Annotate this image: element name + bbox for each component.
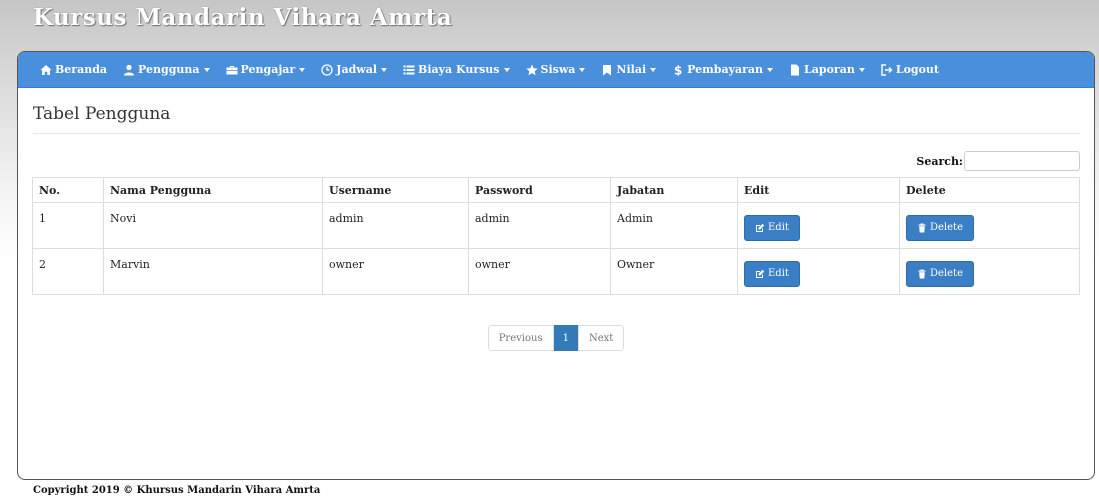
nav-label: Pembayaran: [687, 63, 764, 76]
main-panel: Beranda Pengguna Pengajar Jadwal Biaya K…: [17, 51, 1095, 480]
file-icon: [791, 64, 800, 75]
col-header-edit[interactable]: Edit: [737, 177, 900, 203]
pagination-previous[interactable]: Previous: [487, 325, 554, 351]
user-icon: [124, 64, 135, 75]
table-row: 2 Marvin owner owner Owner Edit Delete: [32, 248, 1080, 295]
navbar: Beranda Pengguna Pengajar Jadwal Biaya K…: [18, 52, 1094, 88]
content-area: Tabel Pengguna Search: No. Nama Pengguna…: [18, 104, 1094, 351]
caret-down-icon: [858, 67, 865, 72]
col-header-jabatan[interactable]: Jabatan: [610, 177, 738, 203]
edit-icon: [756, 269, 765, 278]
nav-item-biaya-kursus[interactable]: Biaya Kursus: [403, 63, 510, 76]
logout-icon: [881, 63, 893, 76]
cell-jabatan: Owner: [610, 248, 738, 295]
cell-no: 2: [32, 248, 104, 295]
cell-password: admin: [468, 202, 611, 249]
cell-nama: Novi: [103, 202, 323, 249]
clock-icon: [321, 63, 333, 76]
search-row: Search:: [32, 150, 1080, 172]
nav-item-pengajar[interactable]: Pengajar: [226, 63, 306, 76]
edit-button-label: Edit: [768, 222, 789, 233]
nav-item-beranda[interactable]: Beranda: [40, 63, 107, 76]
bookmark-icon: [603, 64, 612, 75]
cell-edit: Edit: [737, 202, 900, 249]
delete-button[interactable]: Delete: [906, 214, 974, 241]
site-title: Kursus Mandarin Vihara Amrta: [33, 4, 453, 31]
nav-label: Laporan: [804, 63, 855, 76]
nav-item-laporan[interactable]: Laporan: [789, 63, 865, 76]
list-icon: [403, 65, 415, 74]
nav-item-pengguna[interactable]: Pengguna: [123, 63, 210, 76]
nav-label: Pengajar: [240, 63, 296, 76]
col-header-delete[interactable]: Delete: [899, 177, 1080, 203]
nav-item-logout[interactable]: Logout: [881, 63, 939, 76]
cell-nama: Marvin: [103, 248, 323, 295]
pagination-next[interactable]: Next: [577, 325, 625, 351]
edit-button-label: Edit: [768, 268, 789, 279]
dollar-icon: $: [674, 64, 682, 76]
cell-jabatan: Admin: [610, 202, 738, 249]
col-header-password[interactable]: Password: [468, 177, 611, 203]
cell-username: admin: [322, 202, 469, 249]
svg-text:$: $: [674, 64, 682, 76]
pagination-page-current[interactable]: 1: [553, 325, 578, 351]
nav-item-jadwal[interactable]: Jadwal: [321, 63, 388, 76]
caret-down-icon: [299, 67, 306, 72]
edit-button[interactable]: Edit: [744, 214, 800, 241]
cell-edit: Edit: [737, 248, 900, 295]
caret-down-icon: [381, 67, 388, 72]
page-title: Tabel Pengguna: [33, 104, 1080, 134]
delete-button-label: Delete: [930, 268, 963, 279]
caret-down-icon: [503, 67, 510, 72]
delete-button[interactable]: Delete: [906, 260, 974, 287]
home-icon: [40, 64, 52, 75]
nav-label: Biaya Kursus: [418, 63, 500, 76]
nav-label: Nilai: [616, 63, 647, 76]
trash-icon: [918, 223, 926, 232]
col-header-no[interactable]: No.: [32, 177, 104, 203]
star-icon: [525, 64, 538, 75]
delete-button-label: Delete: [930, 222, 963, 233]
table-header-row: No. Nama Pengguna Username Password Jaba…: [32, 177, 1080, 203]
caret-down-icon: [579, 67, 586, 72]
caret-down-icon: [650, 67, 657, 72]
search-label: Search:: [916, 154, 963, 168]
nav-item-nilai[interactable]: Nilai: [601, 63, 657, 76]
caret-down-icon: [203, 67, 210, 72]
table-row: 1 Novi admin admin Admin Edit Delete: [32, 202, 1080, 249]
nav-label: Logout: [895, 63, 940, 76]
footer-copyright: Copyright 2019 © Khursus Mandarin Vihara…: [33, 485, 321, 496]
search-input[interactable]: [964, 151, 1080, 171]
edit-icon: [756, 223, 765, 232]
nav-label: Siswa: [540, 63, 576, 76]
nav-item-siswa[interactable]: Siswa: [525, 63, 586, 76]
col-header-username[interactable]: Username: [322, 177, 469, 203]
caret-down-icon: [767, 67, 774, 72]
briefcase-icon: [226, 65, 238, 74]
edit-button[interactable]: Edit: [744, 260, 800, 287]
cell-delete: Delete: [899, 248, 1080, 295]
pagination: Previous 1 Next: [32, 325, 1080, 351]
nav-label: Pengguna: [138, 63, 200, 76]
users-table: No. Nama Pengguna Username Password Jaba…: [32, 177, 1080, 295]
cell-no: 1: [32, 202, 104, 249]
cell-password: owner: [468, 248, 611, 295]
trash-icon: [918, 269, 926, 278]
cell-delete: Delete: [899, 202, 1080, 249]
cell-username: owner: [322, 248, 469, 295]
nav-item-pembayaran[interactable]: $ Pembayaran: [672, 63, 774, 76]
nav-label: Jadwal: [336, 63, 378, 76]
col-header-nama[interactable]: Nama Pengguna: [103, 177, 323, 203]
nav-label: Beranda: [55, 63, 108, 76]
